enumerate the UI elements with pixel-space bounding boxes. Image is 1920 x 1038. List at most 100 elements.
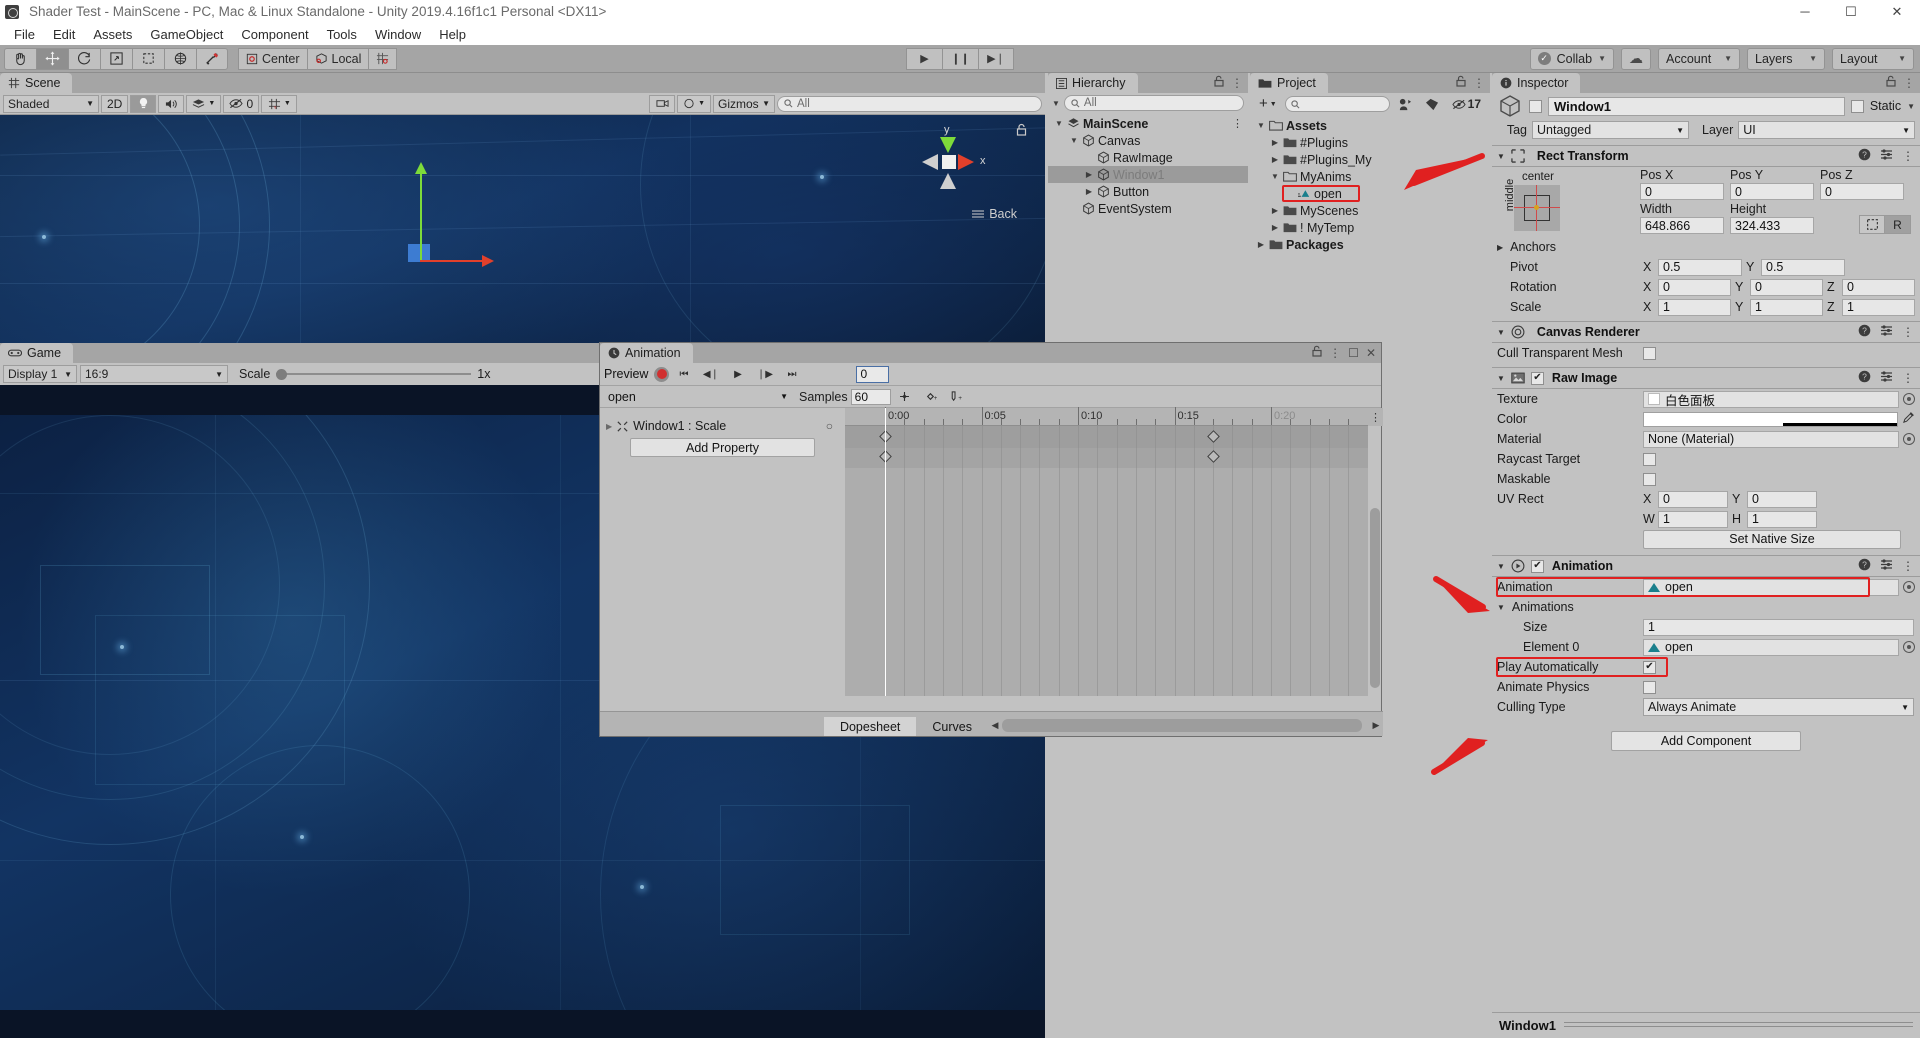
set-native-size-button[interactable]: Set Native Size bbox=[1643, 529, 1901, 549]
expand-arrow-icon[interactable]: ▶ bbox=[1497, 243, 1503, 252]
pos-z-input[interactable]: 0 bbox=[1820, 183, 1904, 200]
canvas-renderer-header[interactable]: ▼ Canvas Renderer ? ⋮ bbox=[1492, 321, 1920, 343]
add-event-button[interactable]: + bbox=[943, 387, 966, 406]
expand-arrow-icon[interactable]: ▼ bbox=[1256, 121, 1266, 130]
scale-slider[interactable] bbox=[276, 368, 472, 380]
element0-picker-icon[interactable] bbox=[1903, 641, 1915, 653]
component-menu-icon[interactable]: ⋮ bbox=[1902, 325, 1914, 339]
animations-element0-objectfield[interactable]: open bbox=[1643, 638, 1899, 656]
help-icon[interactable]: ? bbox=[1858, 148, 1871, 164]
expand-arrow-icon[interactable]: ▼ bbox=[1069, 136, 1079, 145]
menu-assets[interactable]: Assets bbox=[84, 25, 141, 44]
collapse-arrow-icon[interactable]: ▼ bbox=[1497, 374, 1505, 383]
expand-arrow-icon[interactable]: ▼ bbox=[1054, 119, 1064, 128]
animation-enabled-checkbox[interactable] bbox=[1530, 559, 1544, 573]
width-input[interactable]: 648.866 bbox=[1640, 217, 1724, 234]
play-button[interactable]: ▶ bbox=[906, 47, 942, 70]
object-enabled-checkbox[interactable] bbox=[1529, 99, 1542, 113]
rect-tool-button[interactable] bbox=[132, 47, 164, 70]
layer-dropdown[interactable]: UI ▼ bbox=[1738, 121, 1915, 139]
pivot-y-input[interactable]: 0.5 bbox=[1761, 258, 1845, 276]
hierarchy-item-mainscene[interactable]: ▼ MainScene ⋮ bbox=[1048, 115, 1248, 132]
maskable-checkbox[interactable] bbox=[1643, 472, 1656, 486]
scene-viewport[interactable]: y x Back bbox=[0, 115, 1045, 343]
project-search-input[interactable] bbox=[1284, 96, 1390, 112]
aspect-dropdown[interactable]: 16:9 ▼ bbox=[80, 365, 228, 383]
timeline-options-icon[interactable]: ⋮ bbox=[1368, 408, 1383, 426]
maximize-icon[interactable]: ☐ bbox=[1348, 346, 1359, 360]
animation-timeline-ruler[interactable]: 0:00 0:05 0:10 0:15 0:20 bbox=[845, 407, 1383, 426]
uv-h-input[interactable]: 1 bbox=[1747, 510, 1817, 528]
rot-z-input[interactable]: 0 bbox=[1842, 278, 1915, 296]
expand-arrow-icon[interactable]: ▶ bbox=[606, 422, 612, 431]
material-picker-icon[interactable] bbox=[1903, 433, 1915, 445]
menu-help[interactable]: Help bbox=[430, 25, 475, 44]
pivot-x-input[interactable]: 0.5 bbox=[1658, 258, 1742, 276]
account-dropdown[interactable]: Account ▼ bbox=[1658, 47, 1740, 70]
anchor-preset-widget[interactable] bbox=[1514, 185, 1560, 231]
property-curve-toggle-icon[interactable]: ○ bbox=[826, 419, 833, 433]
scene-lock-icon[interactable] bbox=[1016, 123, 1027, 139]
expand-arrow-icon[interactable]: ▶ bbox=[1270, 206, 1280, 215]
menu-gameobject[interactable]: GameObject bbox=[141, 25, 232, 44]
collapse-arrow-icon[interactable]: ▼ bbox=[1497, 562, 1505, 571]
hierarchy-item-rawimage[interactable]: RawImage bbox=[1048, 149, 1248, 166]
cloud-button[interactable]: ☁ bbox=[1621, 47, 1651, 70]
preset-icon[interactable] bbox=[1880, 558, 1893, 574]
expand-arrow-icon[interactable]: ▶ bbox=[1270, 223, 1280, 232]
tag-dropdown[interactable]: Untagged ▼ bbox=[1532, 121, 1689, 139]
scene-gizmos-vis-button[interactable]: Y ▼ bbox=[261, 94, 298, 113]
rot-y-input[interactable]: 0 bbox=[1750, 278, 1823, 296]
move-tool-button[interactable] bbox=[36, 47, 68, 70]
scale-y-input[interactable]: 1 bbox=[1750, 298, 1823, 316]
grid-snap-button[interactable] bbox=[368, 47, 398, 70]
hierarchy-item-eventsystem[interactable]: EventSystem bbox=[1048, 200, 1248, 217]
collab-button[interactable]: ✓ Collab ▼ bbox=[1529, 47, 1614, 70]
project-create-button[interactable]: + ▼ bbox=[1254, 95, 1282, 113]
scene-visibility-button[interactable]: 0 bbox=[223, 94, 260, 113]
raw-edit-button[interactable]: R bbox=[1885, 215, 1911, 234]
scale-slider-group[interactable]: Scale 1x bbox=[239, 367, 490, 381]
close-button[interactable]: ✕ bbox=[1874, 0, 1920, 23]
animation-clip-picker-icon[interactable] bbox=[1903, 581, 1915, 593]
hierarchy-item-canvas[interactable]: ▼ Canvas bbox=[1048, 132, 1248, 149]
gizmos-dropdown[interactable]: Gizmos ▼ bbox=[713, 94, 775, 113]
lock-icon[interactable] bbox=[1312, 345, 1322, 360]
rot-x-input[interactable]: 0 bbox=[1658, 278, 1731, 296]
tab-game[interactable]: Game bbox=[0, 343, 74, 363]
animation-property-row[interactable]: ▶ Window1 : Scale ○ bbox=[600, 416, 845, 436]
animations-size-input[interactable]: 1 bbox=[1643, 618, 1914, 636]
tab-dopesheet[interactable]: Dopesheet bbox=[823, 717, 917, 736]
material-objectfield[interactable]: None (Material) bbox=[1643, 430, 1899, 448]
prev-keyframe-button[interactable]: ◀❘ bbox=[698, 364, 724, 384]
play-automatically-checkbox[interactable] bbox=[1643, 660, 1656, 674]
project-filter-type-button[interactable] bbox=[1393, 95, 1417, 113]
cull-transparent-mesh-checkbox[interactable] bbox=[1643, 346, 1656, 360]
static-dropdown-icon[interactable]: ▼ bbox=[1907, 102, 1915, 111]
tab-inspector[interactable]: Inspector bbox=[1492, 73, 1581, 93]
collapse-arrow-icon[interactable]: ▼ bbox=[1497, 152, 1505, 161]
project-item-open[interactable]: open bbox=[1250, 185, 1490, 202]
preset-icon[interactable] bbox=[1880, 324, 1893, 340]
help-icon[interactable]: ? bbox=[1858, 324, 1871, 340]
pos-y-input[interactable]: 0 bbox=[1730, 183, 1814, 200]
scale-slider-handle[interactable] bbox=[276, 369, 288, 380]
expand-arrow-icon[interactable]: ▶ bbox=[1256, 240, 1266, 249]
preset-icon[interactable] bbox=[1880, 148, 1893, 164]
hand-tool-button[interactable] bbox=[4, 47, 36, 70]
scale-tool-button[interactable] bbox=[100, 47, 132, 70]
timeline-horizontal-scrollbar[interactable] bbox=[1002, 719, 1362, 732]
tab-project[interactable]: Project bbox=[1250, 73, 1328, 93]
animation-play-button[interactable]: ▶ bbox=[725, 364, 751, 384]
animate-physics-checkbox[interactable] bbox=[1643, 680, 1656, 694]
anchors-row[interactable]: ▶ Anchors bbox=[1492, 237, 1920, 257]
expand-arrow-icon[interactable]: ▶ bbox=[1270, 155, 1280, 164]
scene-camera-button[interactable] bbox=[649, 94, 676, 113]
layout-dropdown[interactable]: Layout ▼ bbox=[1832, 47, 1914, 70]
hierarchy-menu-icon[interactable]: ⋮ bbox=[1231, 76, 1243, 90]
texture-picker-icon[interactable] bbox=[1903, 393, 1915, 405]
gizmo-x-arrow[interactable] bbox=[482, 255, 494, 267]
rect-transform-header[interactable]: ▼ Rect Transform ? ⋮ bbox=[1492, 145, 1920, 167]
raycast-target-checkbox[interactable] bbox=[1643, 452, 1656, 466]
project-item-assets[interactable]: ▼ Assets bbox=[1250, 117, 1490, 134]
